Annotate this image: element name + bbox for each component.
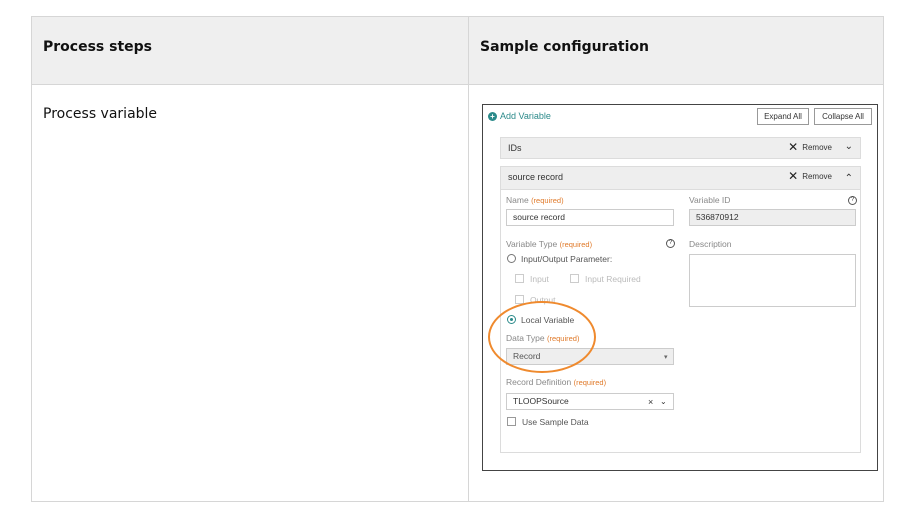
remove-button[interactable]: ✕ Remove <box>788 140 832 154</box>
chevron-up-icon[interactable]: ⌃ <box>845 173 853 184</box>
variable-row-label: source record <box>508 172 564 182</box>
remove-label: Remove <box>802 142 832 152</box>
variable-row-ids[interactable]: IDs ✕ Remove ⌄ <box>500 137 861 159</box>
plus-icon: + <box>488 111 497 121</box>
variable-id-field: 536870912 <box>689 209 856 226</box>
variable-row-source-record[interactable]: source record ✕ Remove ⌃ <box>500 166 861 190</box>
variable-type-label: Variable Type (required) <box>506 239 593 249</box>
output-checkbox[interactable] <box>515 295 524 304</box>
record-definition-label: Record Definition (required) <box>506 377 607 387</box>
name-label: Name (required) <box>506 195 564 205</box>
input-required-checkbox[interactable] <box>570 274 579 283</box>
data-type-select[interactable]: Record <box>506 348 674 365</box>
description-label: Description <box>689 239 732 249</box>
header-process-steps: Process steps <box>43 39 152 55</box>
variable-detail-panel: Name (required) source record Variable I… <box>500 189 861 453</box>
remove-label: Remove <box>802 171 832 181</box>
chevron-down-icon[interactable]: ⌄ <box>660 397 667 406</box>
help-icon[interactable]: ? <box>666 239 675 248</box>
input-required-label: Input Required <box>585 274 641 284</box>
variable-id-label: Variable ID <box>689 195 731 205</box>
column-divider <box>468 17 469 501</box>
io-parameter-label: Input/Output Parameter: <box>521 254 613 264</box>
clear-icon[interactable]: × <box>648 397 653 407</box>
close-icon: ✕ <box>788 140 799 154</box>
help-icon[interactable]: ? <box>848 196 857 205</box>
io-parameter-radio[interactable] <box>507 254 516 263</box>
dropdown-arrow-icon: ▾ <box>664 354 668 361</box>
remove-button[interactable]: ✕ Remove <box>788 169 832 183</box>
chevron-down-icon[interactable]: ⌄ <box>845 141 853 152</box>
local-variable-radio[interactable] <box>507 315 516 324</box>
output-label: Output <box>530 295 556 305</box>
local-variable-label: Local Variable <box>521 315 575 325</box>
data-type-label: Data Type (required) <box>506 333 580 343</box>
add-variable-label: Add Variable <box>500 111 551 121</box>
sample-configuration-screenshot: + Add Variable Expand All Collapse All I… <box>482 104 878 471</box>
collapse-all-button[interactable]: Collapse All <box>814 108 872 125</box>
add-variable-button[interactable]: + Add Variable <box>488 111 551 121</box>
name-input[interactable]: source record <box>506 209 674 226</box>
header-sample-configuration: Sample configuration <box>480 39 649 55</box>
process-variable-label: Process variable <box>43 106 158 122</box>
table-header-row <box>32 17 883 85</box>
expand-all-button[interactable]: Expand All <box>757 108 809 125</box>
use-sample-data-checkbox[interactable] <box>507 417 516 426</box>
description-textarea[interactable] <box>689 254 856 307</box>
input-checkbox[interactable] <box>515 274 524 283</box>
variable-row-label: IDs <box>508 143 522 153</box>
input-label: Input <box>530 274 549 284</box>
use-sample-data-label: Use Sample Data <box>522 417 589 427</box>
close-icon: ✕ <box>788 169 799 183</box>
